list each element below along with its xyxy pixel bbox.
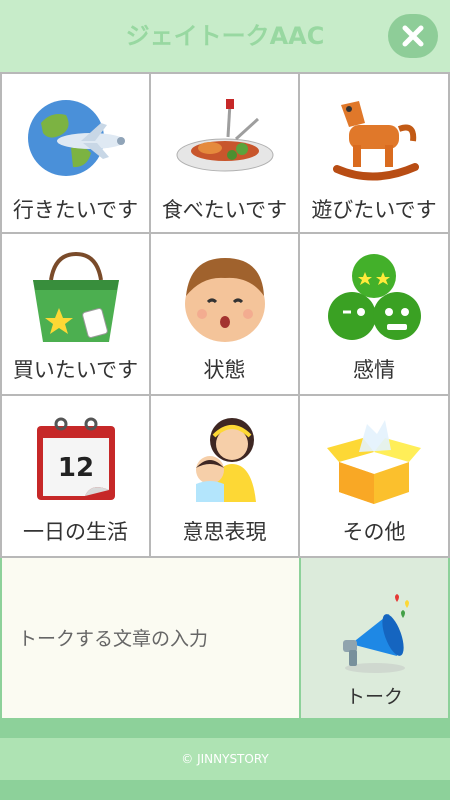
category-label: 一日の生活 <box>23 520 128 544</box>
category-expression[interactable]: 意思表現 <box>151 396 298 556</box>
talk-button[interactable]: トーク <box>301 558 448 718</box>
shopping-bag-icon <box>2 248 149 348</box>
category-label: 遊びたいです <box>311 198 437 222</box>
category-emotion[interactable]: 感情 <box>300 234 448 394</box>
category-label: その他 <box>342 520 406 544</box>
category-buy[interactable]: 買いたいです <box>2 234 149 394</box>
open-box-icon <box>300 410 448 510</box>
category-grid: 行きたいです 食べたいです 遊びたいです 買いたいです 状態 感情 12 一日の… <box>0 72 450 558</box>
category-label: 食べたいです <box>161 198 288 222</box>
category-label: 意思表現 <box>182 520 267 544</box>
emotion-faces-icon <box>300 248 448 348</box>
category-eat[interactable]: 食べたいです <box>151 74 298 232</box>
category-label: 感情 <box>353 358 395 382</box>
category-label: 状態 <box>203 358 246 382</box>
footer-copyright: © JINNYSTORY <box>181 752 269 766</box>
category-label: 買いたいです <box>12 358 139 382</box>
calendar-day-number: 12 <box>57 453 93 483</box>
boy-face-icon <box>151 248 298 348</box>
category-state[interactable]: 状態 <box>151 234 298 394</box>
sentence-input-placeholder: トークする文章の入力 <box>18 628 209 650</box>
mother-child-icon <box>151 410 298 510</box>
talk-button-label: トーク <box>345 686 403 708</box>
category-go[interactable]: 行きたいです <box>2 74 149 232</box>
close-button[interactable] <box>388 14 438 58</box>
airplane-globe-icon <box>2 88 149 188</box>
rocking-horse-icon <box>300 88 448 188</box>
meal-plate-icon <box>151 88 298 188</box>
sentence-input[interactable]: トークする文章の入力 <box>2 558 299 718</box>
category-play[interactable]: 遊びたいです <box>300 74 448 232</box>
calendar-icon: 12 <box>2 410 149 510</box>
category-other[interactable]: その他 <box>300 396 448 556</box>
category-label: 行きたいです <box>12 198 139 222</box>
category-daily-life[interactable]: 12 一日の生活 <box>2 396 149 556</box>
close-icon <box>402 25 424 47</box>
app-title: ジェイトークAAC <box>125 22 325 50</box>
megaphone-icon <box>343 594 409 673</box>
